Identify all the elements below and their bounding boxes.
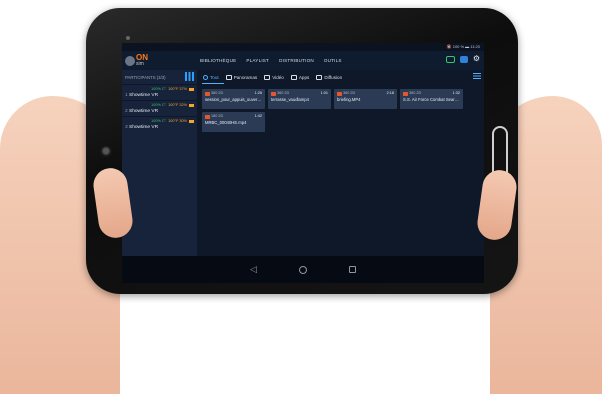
participant-index: 2 <box>125 109 128 114</box>
media-type-icon <box>205 91 210 96</box>
tab-label: Apps <box>298 74 310 80</box>
gear-icon[interactable]: ⚙ <box>473 55 480 63</box>
participant-temp-text: 100°F 32% <box>168 103 187 107</box>
panorama-icon <box>225 74 232 80</box>
logo-bottom: sim <box>136 60 144 67</box>
participant-item[interactable]: 100% C° 100°F 37% 1 Showtime VR <box>122 84 197 100</box>
tablet-device: 🔇 100 % ▬ 11:20 ON sim BIBLIOTHÈQUE PLAY… <box>86 8 518 294</box>
menu-icon[interactable] <box>473 73 481 79</box>
nav-playlist[interactable]: PLAYLIST <box>246 58 269 63</box>
tab-label: Tout <box>210 74 219 80</box>
tab-label: Vidéo <box>272 74 284 80</box>
nav-distribution[interactable]: DISTRIBUTION <box>279 58 314 63</box>
media-grid: 360 2D 1:26 session_pour_appuis_ouverte_… <box>202 89 482 132</box>
nav-bibliotheque[interactable]: BIBLIOTHÈQUE <box>200 58 236 63</box>
media-title: session_pour_appuis_ouverte_0... <box>205 97 262 102</box>
back-icon[interactable]: ◁ <box>250 264 257 275</box>
top-nav: BIBLIOTHÈQUE PLAYLIST DISTRIBUTION OUTIL… <box>200 51 342 70</box>
media-duration: 2:18 <box>386 91 394 95</box>
active-tab-indicator <box>202 82 224 84</box>
device-icon[interactable] <box>459 55 468 63</box>
status-text: 🔇 100 % ▬ 11:20 <box>446 44 480 49</box>
tab-panoramas[interactable]: Panoramas <box>225 74 258 80</box>
logo-mark-icon <box>125 55 135 66</box>
media-card[interactable]: 360 2D 2:18 briefing.MP4 <box>334 89 397 109</box>
battery-icon <box>189 120 194 123</box>
app-screen: 🔇 100 % ▬ 11:20 ON sim BIBLIOTHÈQUE PLAY… <box>122 43 484 283</box>
participant-temp-text: 100°F 37% <box>168 87 187 91</box>
media-title: MRBC_00040HE.mp4 <box>205 120 247 125</box>
media-type-icon <box>205 114 210 119</box>
participant-item[interactable]: 100% C° 100°F 32% 2 Showtime VR <box>122 100 197 116</box>
media-card[interactable]: 360 2D 1:26 session_pour_appuis_ouverte_… <box>202 89 265 109</box>
tab-label: Panoramas <box>233 74 258 80</box>
participant-name: Showtime VR <box>129 93 159 98</box>
participants-sidebar: PARTICIPANTS (3/3) 100% C° 100°F 37% 1 S… <box>122 70 197 256</box>
globe-icon <box>203 74 208 80</box>
recents-icon[interactable] <box>348 266 356 273</box>
library-main: Tout Panoramas Vidéo Apps Diffusion 360 … <box>197 70 484 256</box>
tab-label: Diffusion <box>324 74 343 80</box>
media-title: S.S. Air Force Combat Search a... <box>403 97 460 102</box>
apps-icon <box>290 74 297 80</box>
tab-apps[interactable]: Apps <box>290 74 310 80</box>
tab-video[interactable]: Vidéo <box>264 74 284 80</box>
participant-name: Showtime VR <box>129 109 159 114</box>
participant-name: Showtime VR <box>129 125 159 130</box>
participants-title: PARTICIPANTS (3/3) <box>125 74 166 80</box>
participant-item[interactable]: 100% C° 100°F 30% 3 Showtime VR <box>122 116 197 132</box>
media-title: briefing.MP4 <box>337 97 361 102</box>
participant-index: 1 <box>125 93 128 98</box>
cast-icon[interactable] <box>445 55 455 63</box>
media-title: terrasse_vaudlamp4 <box>271 97 309 102</box>
grid-icon[interactable] <box>185 72 194 81</box>
media-card[interactable]: 360 2D 1:01 terrasse_vaudlamp4 <box>268 89 331 109</box>
tab-tout[interactable]: Tout <box>203 74 219 80</box>
participant-temp-text: 100°F 30% <box>168 119 187 123</box>
media-type-icon <box>271 91 276 96</box>
top-actions: ⚙ <box>445 55 480 63</box>
media-type-icon <box>403 91 408 96</box>
battery-icon <box>189 104 194 107</box>
media-card[interactable]: 360 2D 1:32 S.S. Air Force Combat Search… <box>400 89 463 109</box>
front-sensor <box>126 36 130 40</box>
broadcast-icon <box>316 74 323 80</box>
tab-diffusion[interactable]: Diffusion <box>316 74 343 80</box>
top-bar: ON sim BIBLIOTHÈQUE PLAYLIST DISTRIBUTIO… <box>122 51 484 70</box>
nav-outils[interactable]: OUTILS <box>324 58 342 63</box>
participant-index: 3 <box>125 125 128 130</box>
media-duration: 1:01 <box>320 91 328 95</box>
filter-tabs: Tout Panoramas Vidéo Apps Diffusion <box>197 70 484 84</box>
app-logo[interactable]: ON sim <box>125 51 148 70</box>
camera-icon <box>100 145 112 157</box>
participants-header: PARTICIPANTS (3/3) <box>122 70 197 84</box>
media-type-icon <box>337 91 342 96</box>
home-icon[interactable] <box>298 265 307 274</box>
android-nav-bar: ◁ <box>122 256 484 283</box>
battery-icon <box>189 88 194 91</box>
media-card[interactable]: 180 2D 1:42 MRBC_00040HE.mp4 <box>202 112 265 132</box>
status-bar: 🔇 100 % ▬ 11:20 <box>122 43 484 51</box>
video-icon <box>264 74 271 80</box>
media-duration: 1:42 <box>254 114 262 118</box>
